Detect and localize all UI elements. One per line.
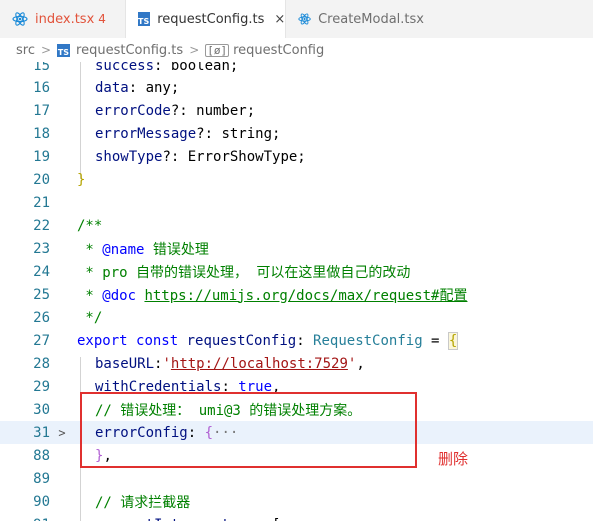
line-number: 30: [33, 401, 50, 418]
line-number: 15: [33, 62, 50, 74]
code-line: 22 /**: [0, 214, 593, 237]
chevron-right-icon: >: [189, 43, 200, 57]
code-line: 24 * pro 自带的错误处理， 可以在这里做自己的改动: [0, 260, 593, 283]
line-number: 89: [33, 470, 50, 487]
code-line: 89: [0, 467, 593, 490]
tab-label: requestConfig.ts: [157, 11, 265, 27]
annotation-label: 删除: [438, 450, 469, 468]
typescript-file-icon: TS: [138, 12, 151, 26]
variable-symbol-icon: [ø]: [205, 43, 230, 57]
breadcrumb-file[interactable]: requestConfig.ts: [76, 43, 183, 58]
line-number: 17: [33, 102, 50, 119]
breadcrumb-symbol[interactable]: requestConfig: [233, 43, 324, 58]
code-line: 23 * @name 错误处理: [0, 237, 593, 260]
line-number: 90: [33, 493, 50, 510]
line-number: 20: [33, 171, 50, 188]
react-icon: [298, 13, 311, 25]
react-icon: [12, 12, 28, 26]
editor-tab-bar: index.tsx 4 TS requestConfig.ts × Create…: [0, 0, 593, 39]
typescript-file-icon: TS: [57, 43, 71, 57]
code-line: 17 errorCode?: number;: [0, 99, 593, 122]
line-number: 24: [33, 263, 50, 280]
close-icon[interactable]: ×: [274, 12, 285, 27]
code-line: 18 errorMessage?: string;: [0, 122, 593, 145]
code-line: 15 success: boolean;: [0, 62, 593, 77]
code-line: 19 showType?: ErrorShowType;: [0, 145, 593, 168]
code-editor[interactable]: 15 success: boolean; 16 data: any; 17 er…: [0, 62, 593, 521]
tab-createmodal-tsx[interactable]: CreateModal.tsx: [286, 0, 436, 38]
line-number: 19: [33, 148, 50, 165]
breadcrumb-folder[interactable]: src: [16, 43, 35, 58]
line-number: 29: [33, 378, 50, 395]
code-line: 20 }: [0, 168, 593, 191]
code-line: 16 data: any;: [0, 76, 593, 99]
code-line: 91 requestInterceptors: [: [0, 513, 593, 521]
line-number: 28: [33, 355, 50, 372]
line-number: 31: [33, 424, 50, 441]
code-line: 25 * @doc https://umijs.org/docs/max/req…: [0, 283, 593, 306]
line-number: 26: [33, 309, 50, 326]
line-number: 21: [33, 194, 50, 211]
line-number: 18: [33, 125, 50, 142]
tab-label: index.tsx: [35, 11, 95, 27]
fold-chevron-icon[interactable]: >: [55, 426, 69, 440]
chevron-right-icon: >: [40, 43, 52, 57]
code-line: 26 */: [0, 306, 593, 329]
breadcrumb: src > TS requestConfig.ts > [ø] requestC…: [0, 38, 593, 62]
code-line: 21: [0, 191, 593, 214]
code-line: 27 export const requestConfig: RequestCo…: [0, 329, 593, 352]
tab-index-tsx[interactable]: index.tsx 4: [0, 0, 126, 38]
line-number: 27: [33, 332, 50, 349]
tab-label: CreateModal.tsx: [318, 11, 424, 27]
doc-link[interactable]: https://umijs.org/docs/max/request#配置: [144, 288, 467, 304]
line-number: 16: [33, 79, 50, 96]
code-line: 28 baseURL:'http://localhost:7529',: [0, 352, 593, 375]
annotation-highlight-box: [80, 392, 417, 468]
tab-requestconfig-ts[interactable]: TS requestConfig.ts ×: [126, 0, 286, 38]
line-number: 88: [33, 447, 50, 464]
line-number: 91: [0, 517, 50, 521]
code-line: 90 // 请求拦截器: [0, 490, 593, 513]
problem-count-badge: 4: [98, 12, 106, 26]
line-number: 22: [33, 217, 50, 234]
line-number: 25: [33, 286, 50, 303]
line-number: 23: [33, 240, 50, 257]
